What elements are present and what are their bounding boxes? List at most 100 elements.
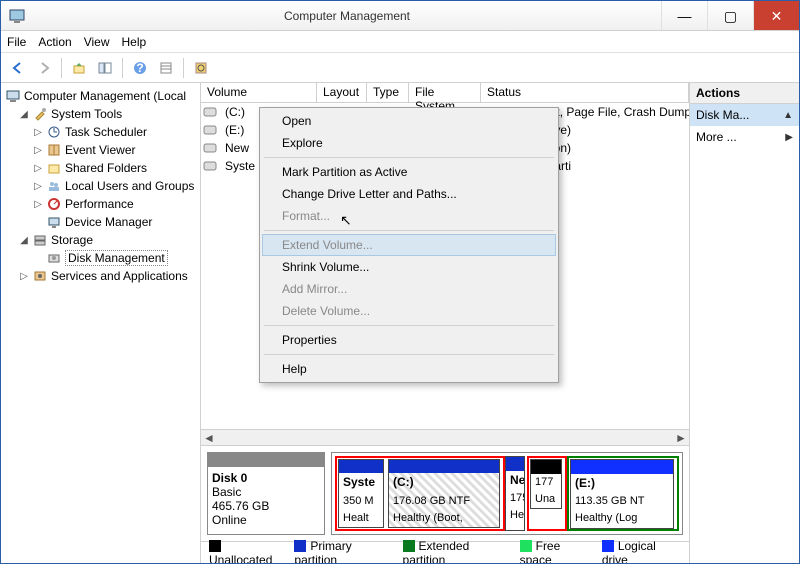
ctx-open[interactable]: Open bbox=[262, 110, 556, 132]
tools-icon bbox=[32, 106, 48, 122]
device-icon bbox=[46, 214, 62, 230]
help-button[interactable]: ? bbox=[129, 57, 151, 79]
drive-icon bbox=[201, 125, 219, 135]
disk-graphical-view: Disk 0 Basic 465.76 GB Online Syste 350 … bbox=[201, 445, 689, 541]
partition-row: Syste 350 M Healt (C:) 176.08 GB NTF Hea… bbox=[331, 452, 683, 535]
menu-separator bbox=[264, 354, 554, 355]
services-icon bbox=[32, 268, 48, 284]
disk-info[interactable]: Disk 0 Basic 465.76 GB Online bbox=[207, 452, 325, 535]
tree-root[interactable]: Computer Management (Local bbox=[5, 87, 198, 105]
context-menu: Open Explore Mark Partition as Active Ch… bbox=[259, 107, 559, 383]
legend-extended: Extended partition bbox=[403, 539, 510, 564]
tree-performance[interactable]: ▷Performance bbox=[33, 195, 198, 213]
partition-c[interactable]: (C:) 176.08 GB NTF Healthy (Boot, bbox=[388, 459, 500, 528]
tree-storage[interactable]: ◢Storage bbox=[19, 231, 198, 249]
perf-icon bbox=[46, 196, 62, 212]
col-status[interactable]: Status bbox=[481, 83, 689, 102]
back-button[interactable] bbox=[7, 57, 29, 79]
users-icon bbox=[46, 178, 62, 194]
computer-icon bbox=[5, 88, 21, 104]
disk-icon bbox=[46, 250, 62, 266]
partition-unallocated[interactable]: 177 Una bbox=[530, 459, 562, 509]
tree-event-viewer[interactable]: ▷Event Viewer bbox=[33, 141, 198, 159]
drive-icon bbox=[201, 161, 219, 171]
tree-local-users[interactable]: ▷Local Users and Groups bbox=[33, 177, 198, 195]
app-icon bbox=[9, 8, 25, 24]
tree-system-tools[interactable]: ◢System Tools bbox=[19, 105, 198, 123]
partition-e[interactable]: (E:) 113.35 GB NT Healthy (Log bbox=[570, 459, 674, 529]
actions-pane: Actions Disk Ma... ▲ More ... ▶ bbox=[689, 83, 799, 563]
titlebar: Computer Management — ▢ ✕ bbox=[1, 1, 799, 31]
actions-more[interactable]: More ... ▶ bbox=[690, 126, 799, 148]
clock-icon bbox=[46, 124, 62, 140]
close-button[interactable]: ✕ bbox=[753, 1, 799, 30]
menu-action[interactable]: Action bbox=[38, 35, 71, 49]
ctx-extend-volume: Extend Volume... bbox=[262, 234, 556, 256]
ctx-shrink-volume[interactable]: Shrink Volume... bbox=[262, 256, 556, 278]
window-title: Computer Management bbox=[33, 9, 661, 23]
nav-tree[interactable]: Computer Management (Local ◢System Tools… bbox=[3, 87, 198, 285]
tree-device-manager[interactable]: Device Manager bbox=[33, 213, 198, 231]
volume-header: Volume Layout Type File System Status bbox=[201, 83, 689, 103]
legend-logical: Logical drive bbox=[602, 539, 681, 564]
expand-icon[interactable]: ▷ bbox=[33, 163, 43, 174]
window-controls: — ▢ ✕ bbox=[661, 1, 799, 30]
ctx-help[interactable]: Help bbox=[262, 358, 556, 380]
legend-free: Free space bbox=[520, 539, 592, 564]
forward-button[interactable] bbox=[33, 57, 55, 79]
expand-icon[interactable]: ▷ bbox=[33, 127, 43, 138]
collapse-icon[interactable]: ◢ bbox=[19, 235, 29, 246]
refresh-button[interactable] bbox=[190, 57, 212, 79]
drive-icon bbox=[201, 107, 219, 117]
expand-icon[interactable]: ▷ bbox=[33, 181, 43, 192]
toolbar: ? bbox=[1, 53, 799, 83]
col-fs[interactable]: File System bbox=[409, 83, 481, 102]
tree-task-scheduler[interactable]: ▷Task Scheduler bbox=[33, 123, 198, 141]
col-layout[interactable]: Layout bbox=[317, 83, 367, 102]
tree-services-apps[interactable]: ▷Services and Applications bbox=[19, 267, 198, 285]
tree-shared-folders[interactable]: ▷Shared Folders bbox=[33, 159, 198, 177]
nav-tree-pane: Computer Management (Local ◢System Tools… bbox=[1, 83, 201, 563]
legend: Unallocated Primary partition Extended p… bbox=[201, 541, 689, 563]
drive-icon bbox=[201, 143, 219, 153]
folder-icon bbox=[46, 160, 62, 176]
ctx-change-drive-letter[interactable]: Change Drive Letter and Paths... bbox=[262, 183, 556, 205]
expand-icon[interactable]: ▷ bbox=[33, 199, 43, 210]
menu-file[interactable]: File bbox=[7, 35, 26, 49]
actions-header: Actions bbox=[690, 83, 799, 104]
menu-view[interactable]: View bbox=[84, 35, 110, 49]
ctx-explore[interactable]: Explore bbox=[262, 132, 556, 154]
col-volume[interactable]: Volume bbox=[201, 83, 317, 102]
menu-separator bbox=[264, 325, 554, 326]
tree-disk-management[interactable]: Disk Management bbox=[33, 249, 198, 267]
ctx-mark-active[interactable]: Mark Partition as Active bbox=[262, 161, 556, 183]
chevron-up-icon: ▲ bbox=[783, 110, 793, 121]
actions-disk-management[interactable]: Disk Ma... ▲ bbox=[690, 104, 799, 126]
menu-separator bbox=[264, 157, 554, 158]
maximize-button[interactable]: ▢ bbox=[707, 1, 753, 30]
menu-help[interactable]: Help bbox=[122, 35, 147, 49]
settings-button[interactable] bbox=[155, 57, 177, 79]
menu-separator bbox=[264, 230, 554, 231]
legend-primary: Primary partition bbox=[294, 539, 392, 564]
storage-icon bbox=[32, 232, 48, 248]
col-type[interactable]: Type bbox=[367, 83, 409, 102]
menubar: File Action View Help bbox=[1, 31, 799, 53]
hscrollbar[interactable]: ◄► bbox=[201, 429, 689, 445]
partition-new-volume[interactable]: New Volume 175.80 GB NTF Healthy (Prim bbox=[505, 456, 525, 531]
book-icon bbox=[46, 142, 62, 158]
up-button[interactable] bbox=[68, 57, 90, 79]
ctx-add-mirror: Add Mirror... bbox=[262, 278, 556, 300]
collapse-icon[interactable]: ◢ bbox=[19, 109, 29, 120]
ctx-properties[interactable]: Properties bbox=[262, 329, 556, 351]
legend-unallocated: Unallocated bbox=[209, 539, 284, 564]
main-area: Computer Management (Local ◢System Tools… bbox=[1, 83, 799, 563]
partition-system[interactable]: Syste 350 M Healt bbox=[338, 459, 384, 528]
center-pane: Volume Layout Type File System Status (C… bbox=[201, 83, 689, 563]
expand-icon[interactable]: ▷ bbox=[19, 271, 29, 282]
show-hide-tree-button[interactable] bbox=[94, 57, 116, 79]
expand-icon[interactable]: ▷ bbox=[33, 145, 43, 156]
ctx-format: Format... bbox=[262, 205, 556, 227]
ctx-delete-volume: Delete Volume... bbox=[262, 300, 556, 322]
minimize-button[interactable]: — bbox=[661, 1, 707, 30]
